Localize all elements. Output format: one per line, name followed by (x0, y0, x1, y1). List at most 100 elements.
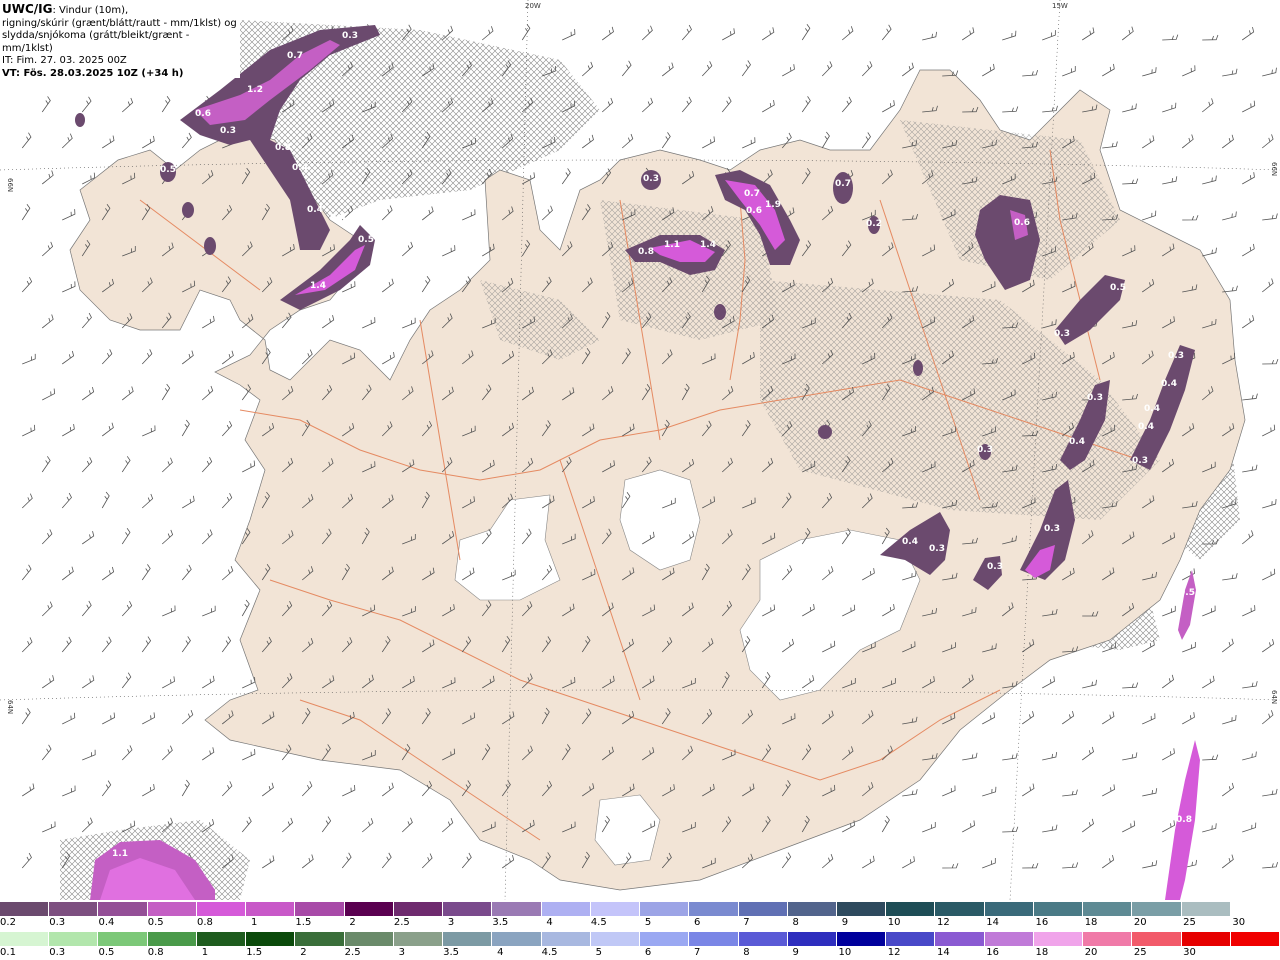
rain-legend-swatch-4 (196, 932, 247, 946)
snow-legend-tick-label: 3.5 (492, 917, 509, 928)
precip-value-label: 0.4 (1138, 422, 1154, 432)
precip-value-label: 0.3 (1132, 456, 1148, 466)
snow-legend-swatch-15 (738, 902, 788, 916)
rain-legend-swatch-19 (935, 932, 985, 946)
rain-legend: 0.1 0.3 0.5 0.8 1 1.5 2 2.5 3 3.5 4 4.5 5 6 7 8 9 10 12 14 1… (0, 930, 1280, 960)
lon-label-20w: 20W (525, 2, 541, 10)
snow-legend-tick-label: 1 (250, 917, 258, 928)
weather-map-stage: 20W 15W 66N 66N 64N 64N 0.3 0.7 1.2 0.6 … (0, 0, 1280, 960)
precip-value-label: 1.4 (700, 240, 716, 250)
snow-legend-swatch-11 (541, 902, 591, 916)
snow-legend-tick-label: 2 (349, 917, 356, 928)
rain-legend-tick-label: 0.8 (147, 947, 164, 958)
snow-legend-swatch-23 (1132, 902, 1182, 916)
snow-legend-tick-label: 4 (546, 917, 553, 928)
lat-label-64n-left: 64N (6, 700, 14, 714)
snow-legend-swatch-13 (640, 902, 690, 916)
rain-legend-tick-label: 8 (743, 947, 750, 958)
rain-legend-swatch-23 (1132, 932, 1182, 946)
rain-legend-tick-label: 14 (937, 947, 950, 958)
valid-time: VT: Fös. 28.03.2025 10Z (+34 h) (2, 67, 184, 79)
snow-legend-tick-label: 7 (743, 917, 750, 928)
rain-legend-tick-label: 3.5 (443, 947, 460, 958)
rain-legend-swatch-9 (443, 932, 493, 946)
rain-legend-tick-label: 2 (300, 947, 307, 958)
rain-legend-swatch-5 (246, 932, 296, 946)
rain-legend-swatch-2 (98, 932, 148, 946)
snow-legend-tick-label: 0.8 (196, 917, 213, 928)
snow-legend-tick-label: 0.2 (0, 917, 16, 928)
rain-legend-swatches (0, 932, 1280, 946)
snow-legend-tick-label: 16 (1035, 917, 1049, 928)
precip-value-label: 0.5 (1179, 588, 1195, 598)
rain-legend-swatch-20 (984, 932, 1034, 946)
snow-legend-swatch-16 (787, 902, 837, 916)
rain-legend-tick-label: 4 (497, 947, 504, 958)
precip-value-label: 1.4 (310, 281, 326, 291)
snow-legend-swatch-3 (147, 902, 197, 916)
precip-value-label: 0.3 (1054, 329, 1070, 339)
init-time: IT: Fim. 27. 03. 2025 00Z (2, 55, 127, 66)
snow-legend-tick-label: 2.5 (393, 917, 410, 928)
precip-value-label: 0.3 (342, 31, 358, 41)
rain-legend-swatch-18 (886, 932, 936, 946)
snow-legend-swatch-7 (344, 902, 394, 916)
snow-legend-tick-label: 3 (447, 917, 455, 928)
rain-legend-swatch-14 (689, 932, 739, 946)
rain-legend-swatch-25 (1230, 932, 1280, 946)
snow-legend-swatches (0, 902, 1280, 916)
snow-legend-swatch-12 (590, 902, 641, 916)
snow-legend-tick-label: 0.3 (49, 917, 66, 928)
snow-legend-tick-label: 20 (1133, 917, 1147, 928)
rain-legend-ticks: 0.1 0.3 0.5 0.8 1 1.5 2 2.5 3 3.5 4 4.5 5 6 7 8 9 10 12 14 1… (0, 947, 1280, 959)
rain-legend-tick-label: 2.5 (344, 947, 361, 958)
lon-label-15w: 15W (1052, 2, 1068, 10)
snow-legend-tick-label: 9 (841, 917, 849, 928)
rain-legend-swatch-21 (1033, 932, 1084, 946)
rain-legend-tick-label: 1 (201, 947, 209, 958)
precip-value-label: 0.4 (1069, 437, 1085, 447)
rain-legend-tick-label: 16 (986, 947, 999, 958)
precip-value-label: 0.3 (220, 126, 236, 136)
precip-value-label: 1.2 (247, 85, 263, 95)
precip-value-label: 0.8 (638, 247, 654, 257)
snow-legend-tick-label: 8 (792, 917, 799, 928)
precip-value-label: 0.3 (643, 174, 659, 184)
lat-label-66n-right: 66N (1270, 162, 1278, 176)
rain-legend-tick-label: 7 (694, 947, 701, 958)
rain-legend-tick-label: 9 (792, 947, 799, 958)
snow-legend-tick-label: 30 (1232, 917, 1246, 928)
precip-value-label: 0.4 (902, 537, 918, 547)
snow-legend-swatch-9 (443, 902, 493, 916)
header-line-3: slydda/snjókoma (grátt/bleikt/grænt - mm… (2, 30, 190, 54)
rain-legend-swatch-12 (590, 932, 641, 946)
precip-value-label: 0.4 (307, 205, 323, 215)
snow-legend-swatch-1 (49, 902, 99, 916)
snow-legend-swatch-2 (98, 902, 148, 916)
rain-legend-tick-label: 0.1 (0, 947, 16, 958)
header-variable: : Vindur (10m), (52, 5, 129, 16)
rain-legend-tick-label: 10 (838, 947, 852, 958)
precip-value-label: 1.9 (765, 200, 781, 210)
snow-legend-tick-label: 14 (986, 917, 999, 928)
snow-legend-swatch-22 (1083, 902, 1133, 916)
rain-legend-tick-label: 0.3 (49, 947, 66, 958)
snow-legend-swatch-21 (1033, 902, 1084, 916)
header-line-2: rigning/skúrir (grænt/blátt/rautt - mm/1… (2, 17, 237, 29)
rain-legend-tick-label: 30 (1183, 947, 1196, 958)
rain-legend-tick-label: 25 (1133, 947, 1147, 958)
precip-value-label: 0.7 (835, 179, 851, 189)
precip-value-label: 0.3 (1168, 351, 1184, 361)
header-line-1: UWC/IG: Vindur (10m), (2, 3, 240, 18)
snow-legend-tick-label: 10 (887, 917, 901, 928)
precip-value-label: 1.1 (664, 240, 680, 250)
rain-legend-swatch-6 (295, 932, 345, 946)
precip-value-label: 0.5 (1110, 283, 1126, 293)
precip-value-label: 0.7 (744, 189, 760, 199)
snow-legend-tick-label: 0.5 (147, 917, 164, 928)
precip-value-label: 0.5 (160, 165, 176, 175)
precip-value-label: 0.8 (1176, 815, 1192, 825)
precip-value-label: 0.6 (195, 109, 211, 119)
rain-legend-tick-label: 3 (398, 947, 406, 958)
snow-legend-swatch-18 (886, 902, 936, 916)
